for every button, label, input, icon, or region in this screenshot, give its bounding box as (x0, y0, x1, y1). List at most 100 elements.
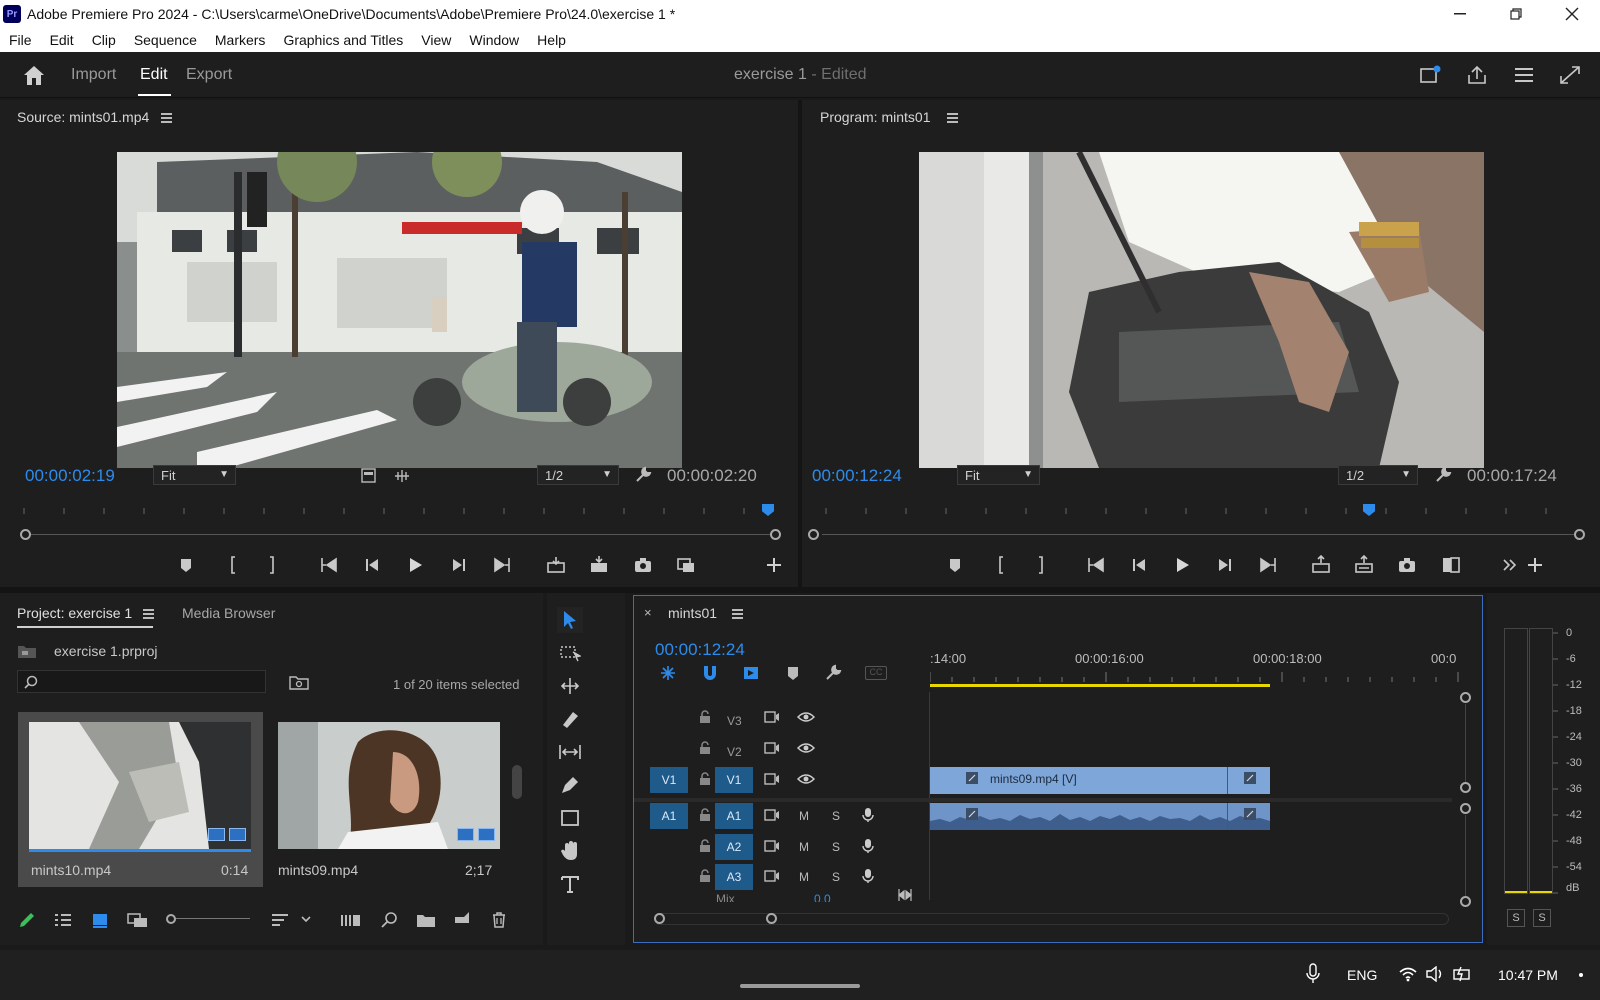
comparison-view-icon[interactable] (1440, 555, 1462, 575)
track-a2-label[interactable]: A2 (715, 834, 753, 860)
snap-magnet-icon[interactable] (700, 664, 720, 682)
mute-button[interactable]: M (799, 809, 809, 823)
step-back-icon[interactable] (361, 555, 383, 575)
quick-export-icon[interactable] (1418, 64, 1442, 86)
ripple-edit-tool[interactable] (557, 673, 583, 699)
source-patch-v1[interactable]: V1 (650, 767, 688, 793)
input-language[interactable]: ENG (1347, 967, 1377, 983)
program-panel-menu-icon[interactable] (947, 113, 958, 123)
list-view-icon[interactable] (53, 911, 73, 929)
linked-selection-icon[interactable] (741, 664, 761, 682)
edit-point[interactable] (1227, 803, 1228, 830)
microphone-icon[interactable] (862, 838, 874, 854)
source-resolution-dropdown[interactable]: 1/2 ▼ (537, 465, 619, 485)
mark-in-icon[interactable] (222, 555, 244, 575)
new-bin-from-search-icon[interactable] (289, 674, 309, 690)
play-icon[interactable] (404, 555, 426, 575)
solo-button[interactable]: S (832, 840, 840, 854)
source-zoom-dropdown[interactable]: Fit ▼ (153, 465, 236, 485)
mark-out-icon[interactable] (1030, 555, 1052, 575)
mark-out-icon[interactable] (261, 555, 283, 575)
wrench-icon[interactable] (824, 664, 842, 682)
source-zoom-bar[interactable] (30, 534, 776, 535)
program-zoom-bar[interactable] (822, 534, 1580, 535)
volume-icon[interactable] (1425, 966, 1445, 982)
tab-media-browser[interactable]: Media Browser (182, 605, 275, 621)
project-scrollbar[interactable] (512, 765, 522, 799)
tab-import[interactable]: Import (71, 66, 116, 84)
home-icon[interactable] (22, 64, 46, 86)
razor-tool[interactable] (557, 706, 583, 732)
fullscreen-icon[interactable] (1558, 64, 1582, 86)
system-clock[interactable]: 10:47 PM (1498, 967, 1558, 983)
wrench-icon[interactable] (1434, 466, 1452, 484)
microphone-icon[interactable] (862, 868, 874, 884)
track-v2-label[interactable]: V2 (727, 745, 742, 759)
slider-handle[interactable] (166, 914, 176, 924)
close-icon[interactable] (1544, 0, 1600, 28)
share-icon[interactable] (1465, 64, 1489, 86)
automate-to-sequence-icon[interactable] (340, 911, 362, 929)
track-v1-label[interactable]: V1 (715, 767, 753, 793)
notification-dot-icon[interactable] (1579, 973, 1583, 977)
sync-lock-icon[interactable] (764, 741, 780, 755)
multicam-icon[interactable] (675, 555, 697, 575)
play-icon[interactable] (1171, 555, 1193, 575)
taskbar-home-indicator[interactable] (740, 984, 860, 988)
timeline-panel-menu-icon[interactable] (732, 609, 743, 619)
insert-icon[interactable] (545, 555, 567, 575)
video-audio-divider[interactable] (634, 798, 1452, 802)
project-item[interactable]: mints10.mp4 0:14 (18, 712, 263, 887)
menu-help[interactable]: Help (528, 32, 575, 48)
video-clip[interactable]: mints09.mp4 [V] (930, 767, 1270, 794)
battery-charging-icon[interactable] (1452, 965, 1474, 983)
lock-icon[interactable] (699, 839, 711, 853)
source-patch-a1[interactable]: A1 (650, 803, 688, 829)
source-time-ruler[interactable] (20, 502, 780, 514)
step-forward-icon[interactable] (1214, 555, 1236, 575)
chevron-down-icon[interactable] (300, 913, 312, 925)
overwrite-icon[interactable] (588, 555, 610, 575)
source-zoom-handle-left[interactable] (20, 529, 31, 540)
sync-lock-icon[interactable] (764, 869, 780, 883)
video-scrollbar-track[interactable] (1465, 704, 1466, 782)
type-tool[interactable] (557, 871, 583, 897)
scroll-handle-left[interactable] (654, 913, 665, 924)
mark-in-icon[interactable] (990, 555, 1012, 575)
lift-icon[interactable] (1310, 555, 1332, 575)
eye-icon[interactable] (797, 711, 815, 723)
sync-lock-icon[interactable] (764, 772, 780, 786)
monitor-divider[interactable] (798, 100, 802, 587)
lock-icon[interactable] (699, 772, 711, 786)
selection-tool[interactable] (557, 607, 583, 633)
button-editor-icon[interactable] (1524, 555, 1546, 575)
source-playhead[interactable] (762, 504, 774, 516)
microphone-icon[interactable] (1306, 963, 1320, 985)
tab-edit[interactable]: Edit (140, 66, 168, 84)
sync-lock-icon[interactable] (764, 808, 780, 822)
menu-view[interactable]: View (412, 32, 460, 48)
trash-icon[interactable] (490, 911, 508, 929)
menu-clip[interactable]: Clip (83, 32, 125, 48)
solo-right-button[interactable]: S (1533, 909, 1551, 927)
program-zoom-handle-right[interactable] (1574, 529, 1585, 540)
menu-markers[interactable]: Markers (206, 32, 275, 48)
export-frame-icon[interactable] (632, 555, 654, 575)
lock-icon[interactable] (699, 710, 711, 724)
source-monitor-title[interactable]: Source: mints01.mp4 (17, 109, 149, 125)
add-marker-icon[interactable] (944, 555, 966, 575)
vertical-zoom-handle[interactable] (1460, 782, 1471, 793)
menu-graphics-and-titles[interactable]: Graphics and Titles (274, 32, 412, 48)
timeline-timecode[interactable]: 00:00:12:24 (655, 640, 745, 660)
slip-tool[interactable] (557, 739, 583, 765)
vertical-zoom-handle[interactable] (1460, 896, 1471, 907)
sort-icon[interactable] (270, 911, 290, 929)
rectangle-tool[interactable] (557, 805, 583, 831)
sequence-tab[interactable]: mints01 (668, 605, 717, 621)
menu-sequence[interactable]: Sequence (125, 32, 206, 48)
lock-icon[interactable] (699, 741, 711, 755)
solo-button[interactable]: S (832, 870, 840, 884)
minimize-icon[interactable] (1432, 0, 1488, 28)
source-timecode-current[interactable]: 00:00:02:19 (25, 466, 115, 486)
program-time-ruler[interactable] (822, 502, 1582, 514)
